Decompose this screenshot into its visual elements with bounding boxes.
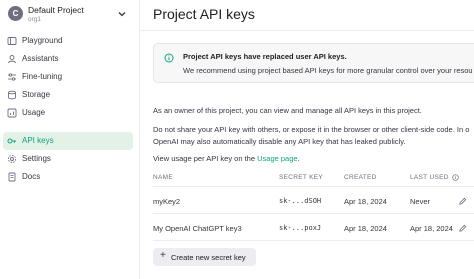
- sidebar-item-label: Docs: [22, 172, 41, 181]
- owner-paragraph: As an owner of this project, you can vie…: [153, 106, 422, 115]
- info-banner: Project API keys have replaced user API …: [153, 43, 474, 83]
- secret-key-value: sk-...dSOH: [279, 197, 322, 205]
- edit-icon[interactable]: [458, 224, 467, 233]
- usage-paragraph-prefix: View usage per API key on the: [153, 154, 258, 163]
- created-date: Apr 18, 2024: [344, 197, 387, 206]
- page-title: Project API keys: [153, 6, 255, 22]
- org-name: org1: [28, 16, 42, 23]
- created-date: Apr 18, 2024: [344, 224, 387, 233]
- warning-paragraph-line1: Do not share your API key with others, o…: [153, 125, 470, 134]
- create-secret-key-button[interactable]: + Create new secret key: [153, 248, 256, 266]
- create-secret-key-label: Create new secret key: [171, 253, 246, 262]
- sidebar-item-docs[interactable]: Docs: [3, 168, 133, 186]
- sidebar-item-api-keys[interactable]: API keys: [3, 132, 133, 150]
- chevron-down-icon: [118, 12, 126, 17]
- usage-page-link[interactable]: Usage page: [257, 154, 297, 163]
- assistants-icon: [8, 55, 16, 64]
- sidebar-nav: Playground Assistants Fine-tuning Storag…: [3, 32, 133, 186]
- sidebar-item-settings[interactable]: Settings: [3, 150, 133, 168]
- sidebar-item-storage[interactable]: Storage: [3, 86, 133, 104]
- usage-paragraph-suffix: .: [297, 154, 300, 163]
- column-header-created: CREATED: [344, 174, 377, 181]
- info-icon: [164, 53, 174, 63]
- sidebar-item-label: Assistants: [22, 54, 59, 63]
- sidebar-item-label: Fine-tuning: [22, 72, 63, 81]
- usage-icon: [7, 108, 17, 118]
- info-icon[interactable]: [452, 174, 459, 181]
- secret-key-value: sk-...poxJ: [279, 224, 322, 232]
- plus-icon: +: [160, 250, 166, 261]
- fine-tuning-icon: [8, 73, 16, 81]
- sidebar-item-fine-tuning[interactable]: Fine-tuning: [3, 68, 133, 86]
- sidebar-item-label: API keys: [22, 136, 54, 145]
- last-used-label: LAST USED: [410, 174, 449, 181]
- key-name: myKey2: [153, 197, 181, 206]
- main-content: Project API keys Project API keys have r…: [140, 0, 474, 279]
- gear-icon: [7, 154, 17, 164]
- playground-icon: [7, 37, 17, 45]
- edit-icon[interactable]: [458, 197, 467, 206]
- storage-icon: [8, 90, 16, 100]
- key-icon: [7, 138, 16, 144]
- sidebar-item-label: Settings: [22, 154, 51, 163]
- sidebar-item-label: Storage: [22, 90, 51, 99]
- usage-paragraph: View usage per API key on the Usage page…: [153, 154, 300, 163]
- info-banner-text: We recommend using project based API key…: [183, 66, 473, 75]
- column-header-secret-key: SECRET KEY: [279, 174, 324, 181]
- project-name: Default Project: [28, 5, 84, 15]
- last-used-value: Apr 18, 2024: [410, 224, 453, 233]
- row-divider: [153, 213, 474, 214]
- table-header-divider: [153, 186, 474, 187]
- sidebar-item-assistants[interactable]: Assistants: [3, 50, 133, 68]
- docs-icon: [8, 172, 16, 182]
- info-banner-title: Project API keys have replaced user API …: [183, 52, 347, 61]
- warning-paragraph-line2: OpenAI may also automatically disable an…: [153, 137, 406, 146]
- row-divider: [153, 240, 474, 241]
- key-name: My OpenAI ChatGPT key3: [153, 224, 242, 233]
- project-selector[interactable]: C Default Project org1: [5, 2, 135, 28]
- project-avatar: C: [8, 6, 23, 21]
- header-divider: [140, 30, 474, 31]
- sidebar-item-playground[interactable]: Playground: [3, 32, 133, 50]
- sidebar-item-usage[interactable]: Usage: [3, 104, 133, 122]
- sidebar-item-label: Playground: [22, 36, 63, 45]
- last-used-value: Never: [410, 197, 431, 206]
- sidebar-item-label: Usage: [22, 108, 46, 117]
- column-header-last-used: LAST USED: [410, 174, 459, 181]
- sidebar: C Default Project org1 Playground Assist…: [0, 0, 140, 279]
- column-header-name: NAME: [153, 174, 173, 181]
